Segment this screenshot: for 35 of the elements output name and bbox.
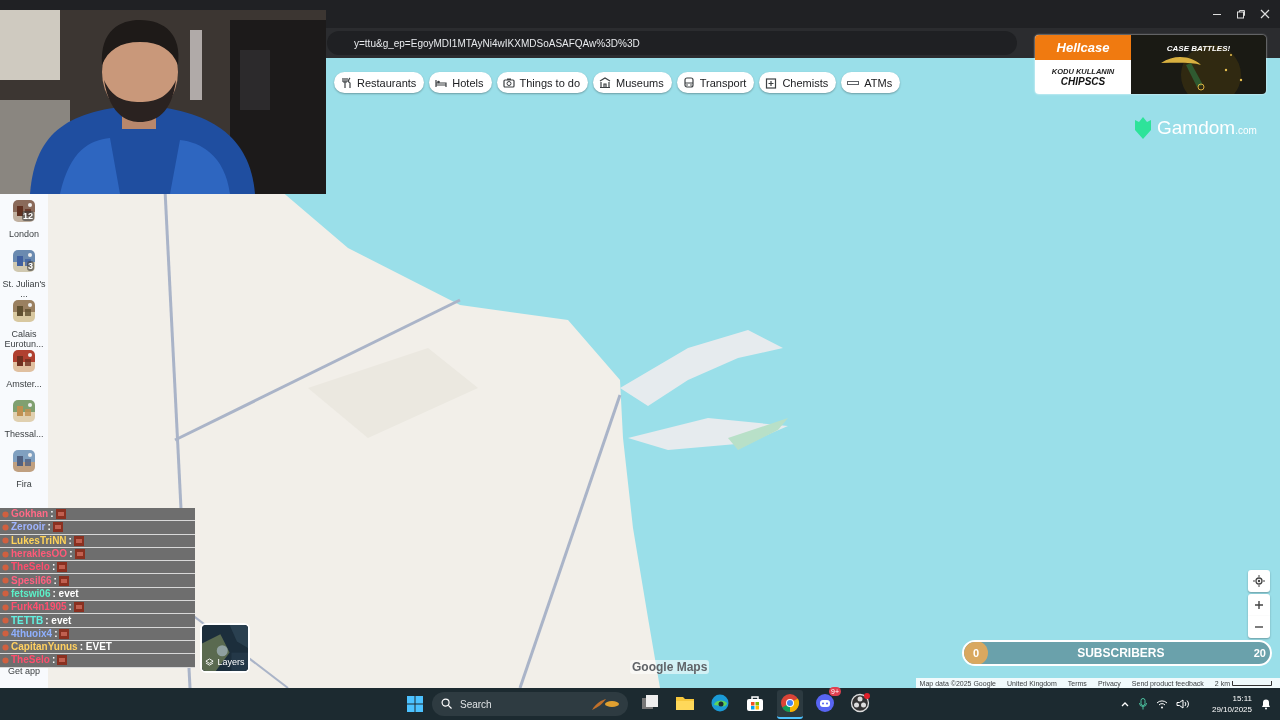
saved-place[interactable]: Thessal... [0, 400, 48, 450]
search-field[interactable]: Search [432, 692, 628, 716]
saved-place[interactable]: Amster... [0, 350, 48, 400]
brand-name: Hellcase [1035, 35, 1131, 60]
chat-username: Spesil66 [11, 574, 52, 587]
close-icon[interactable] [1260, 9, 1270, 19]
chat-username: 4thuoix4 [11, 627, 53, 640]
count-badge: 3 [27, 261, 34, 271]
chat-username: TheSelo [11, 561, 50, 574]
count-badge: 12 [22, 211, 34, 221]
chat-username: Zerooir [11, 521, 46, 534]
search-icon [441, 698, 452, 709]
clock-time[interactable]: 15:11 [1232, 693, 1252, 704]
get-app-link[interactable]: Get app [8, 666, 40, 676]
chat-username: Gokhan [11, 508, 49, 521]
chat-username: TETTB [11, 614, 44, 627]
leaf-icon [590, 697, 620, 711]
record-icon [850, 692, 870, 713]
address-bar[interactable]: y=ttu&g_ep=EgoyMDI1MTAyNi4wIKXMDSoASAFQAw%3D%3D [327, 31, 1017, 55]
saved-place[interactable]: 12 London [0, 200, 48, 250]
saved-place[interactable]: 3 St. Julian's ... [0, 250, 48, 300]
speaker-icon[interactable] [1175, 699, 1190, 709]
saved-place[interactable]: Calais Eurotun... [0, 300, 48, 350]
chat-username: TheSelo [11, 654, 50, 667]
clock-date[interactable]: 29/10/2025 [1211, 704, 1252, 715]
microphone-icon[interactable] [1137, 698, 1148, 710]
chat-username: fetswi06 [11, 587, 51, 600]
saved-place[interactable]: Fira [0, 450, 48, 500]
wifi-icon[interactable] [1155, 699, 1168, 709]
restore-icon[interactable] [1236, 9, 1246, 19]
chrome-icon [780, 692, 800, 713]
browser-icon [710, 692, 730, 713]
bell-icon[interactable] [1260, 698, 1272, 710]
taskbar-app[interactable] [777, 689, 803, 719]
chat-bubble-icon [815, 692, 835, 713]
